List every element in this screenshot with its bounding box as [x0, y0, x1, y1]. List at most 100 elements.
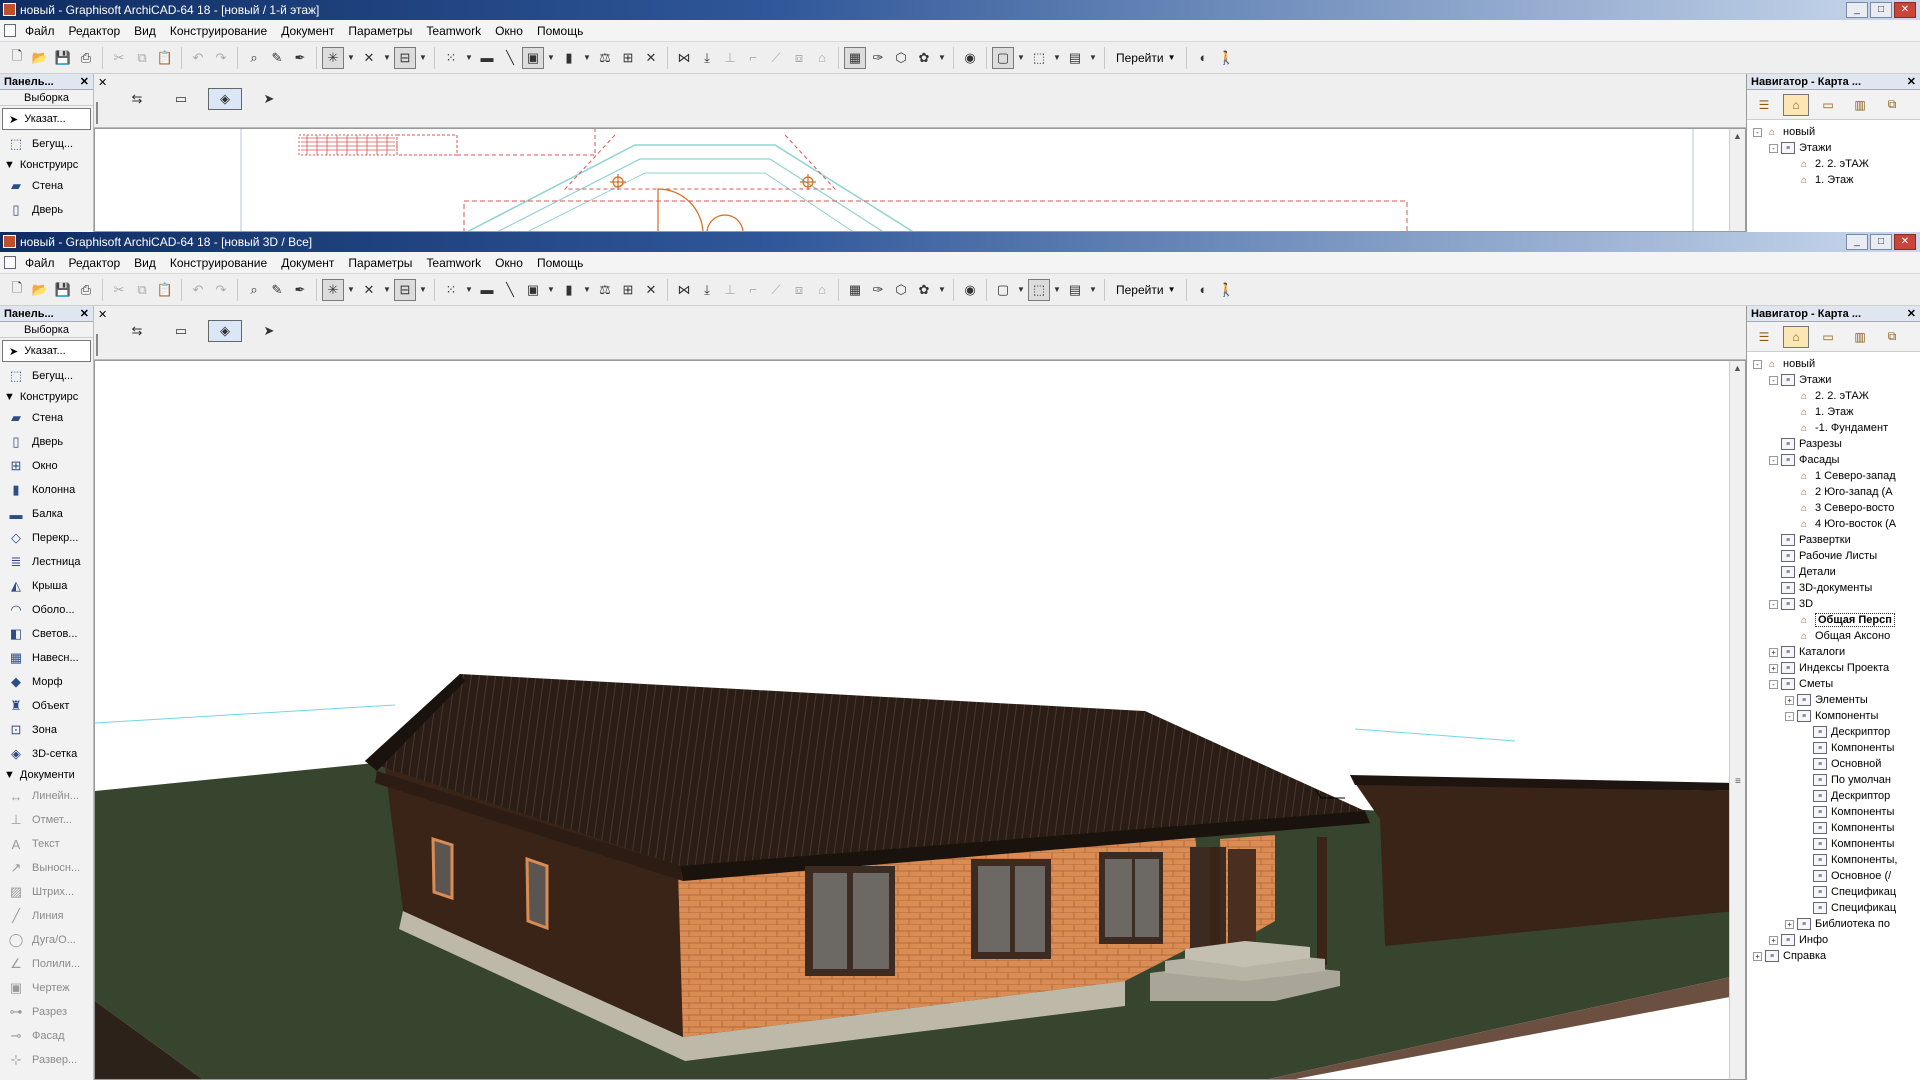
menu-window[interactable]: Окно	[488, 252, 530, 274]
floor-plan-viewport[interactable]: ▲	[94, 128, 1746, 232]
new-icon[interactable]: 🗋	[6, 279, 28, 301]
syringe-icon[interactable]: ✒	[289, 279, 311, 301]
tool-zone[interactable]: ⊡ Зона	[0, 718, 93, 742]
tree-node[interactable]: ≡ Компоненты	[1747, 820, 1920, 836]
table-icon[interactable]: ⊞	[617, 47, 639, 69]
tree-node[interactable]: ≡ Рабочие Листы	[1747, 548, 1920, 564]
tree-node[interactable]: - ≡ 3D	[1747, 596, 1920, 612]
marquee-tool[interactable]: ⬚ Бегущ...	[0, 364, 93, 388]
chevron-down-icon[interactable]: ▼	[1051, 279, 1063, 301]
open-icon[interactable]: 📂	[29, 279, 51, 301]
collapse-icon[interactable]: -	[1753, 359, 1762, 369]
expand-icon[interactable]: +	[1785, 919, 1794, 929]
table-icon[interactable]: ⊞	[617, 279, 639, 301]
pencil-icon[interactable]: ╲	[499, 279, 521, 301]
tool-object[interactable]: ♜ Объект	[0, 694, 93, 718]
tool-arc[interactable]: ◯ Дуга/О...	[0, 928, 93, 952]
selection-method-icon[interactable]: ⇆	[120, 88, 154, 110]
find-select-icon[interactable]: ⌕	[243, 47, 265, 69]
menu-options[interactable]: Параметры	[341, 20, 419, 42]
menu-document[interactable]: Документ	[274, 20, 341, 42]
intersect-icon[interactable]: ⊥	[719, 279, 741, 301]
fillet-icon[interactable]: ⌐	[742, 47, 764, 69]
chevron-down-icon[interactable]: ▼	[417, 279, 429, 301]
tool-elevation[interactable]: ⊸ Фасад	[0, 1024, 93, 1048]
tool-line[interactable]: ╱ Линия	[0, 904, 93, 928]
fillet-icon[interactable]: ⌐	[742, 279, 764, 301]
layout-book-tab-icon[interactable]: ▥	[1847, 326, 1873, 348]
menu-document[interactable]: Документ	[274, 252, 341, 274]
tree-node[interactable]: - ≡ Компоненты	[1747, 708, 1920, 724]
cut-icon[interactable]: ✂	[108, 47, 130, 69]
walk-icon[interactable]: 🚶	[1215, 279, 1237, 301]
tool-mesh[interactable]: ◈ 3D-сетка	[0, 742, 93, 766]
tree-node[interactable]: + ≡ Элементы	[1747, 692, 1920, 708]
scroll-up-icon[interactable]: ▲	[1733, 131, 1742, 141]
adjust-icon[interactable]: ⤓	[696, 47, 718, 69]
tree-node[interactable]: ⌂ 1. Этаж	[1747, 404, 1920, 420]
tree-node[interactable]: - ⌂ новый	[1747, 124, 1920, 140]
chevron-down-icon[interactable]: ▼	[581, 279, 593, 301]
chevron-down-icon[interactable]: ▼	[1015, 47, 1027, 69]
tree-node[interactable]: ≡ Основной	[1747, 756, 1920, 772]
eyedropper-icon[interactable]: ✎	[266, 279, 288, 301]
undo-icon[interactable]: ↶	[187, 279, 209, 301]
tree-node[interactable]: + ≡ Индексы Проекта	[1747, 660, 1920, 676]
calculator-icon[interactable]: ⚖	[594, 279, 616, 301]
pencil-icon[interactable]: ╲	[499, 47, 521, 69]
view-map-tab-icon[interactable]: ▭	[1815, 94, 1841, 116]
3d-view-icon[interactable]: ⬚	[1028, 47, 1050, 69]
tree-node[interactable]: - ≡ Сметы	[1747, 676, 1920, 692]
tool-stair[interactable]: ≣ Лестница	[0, 550, 93, 574]
design-section[interactable]: ▼ Конструирс	[0, 388, 93, 406]
tool-wall[interactable]: ▰ Стена	[0, 174, 93, 198]
pointer-tool[interactable]: ➤ Указат...	[2, 340, 91, 362]
close-icon[interactable]: ✕	[1907, 75, 1916, 88]
layer-icon[interactable]: ▣	[522, 46, 544, 69]
chevron-down-icon[interactable]: ▼	[463, 47, 475, 69]
layout-book-tab-icon[interactable]: ▥	[1847, 94, 1873, 116]
guide-icon[interactable]: ✕	[358, 47, 380, 69]
find-select-icon[interactable]: ⌕	[243, 279, 265, 301]
project-map-dropdown-icon[interactable]: ☰	[1751, 94, 1777, 116]
gravity-icon[interactable]: ⊟	[394, 278, 416, 301]
menu-window[interactable]: Окно	[488, 20, 530, 42]
main-window-titlebar[interactable]: новый - Graphisoft ArchiCAD-64 18 - [нов…	[0, 232, 1920, 252]
tool-morph[interactable]: ◆ Морф	[0, 670, 93, 694]
tree-node[interactable]: ≡ Дескриптор	[1747, 788, 1920, 804]
maximize-button[interactable]: □	[1870, 234, 1892, 250]
chevron-down-icon[interactable]: ▼	[417, 47, 429, 69]
tree-node[interactable]: - ≡ Фасады	[1747, 452, 1920, 468]
tree-node[interactable]: ≡ Детали	[1747, 564, 1920, 580]
chevron-down-icon[interactable]: ▼	[936, 279, 948, 301]
expand-icon[interactable]: +	[1785, 695, 1794, 705]
tool-interior-elevation[interactable]: ⊹ Развер...	[0, 1048, 93, 1072]
adjust-icon[interactable]: ⤓	[696, 279, 718, 301]
tool-window[interactable]: ⊞ Окно	[0, 454, 93, 478]
menu-edit[interactable]: Редактор	[62, 20, 128, 42]
publisher-tab-icon[interactable]: ⧉	[1879, 326, 1905, 348]
scroll-up-icon[interactable]: ▲	[1733, 363, 1742, 373]
floor-plan-icon[interactable]: ▦	[844, 46, 866, 69]
menu-design[interactable]: Конструирование	[163, 252, 274, 274]
tree-node[interactable]: ⌂ 1. Этаж	[1747, 172, 1920, 188]
tree-node[interactable]: ⌂ Общая Аксоно	[1747, 628, 1920, 644]
tree-node[interactable]: ≡ 3D-документы	[1747, 580, 1920, 596]
tree-node[interactable]: + ≡ Библиотека по	[1747, 916, 1920, 932]
layout-icon[interactable]: ▤	[1064, 279, 1086, 301]
walk-icon[interactable]: 🚶	[1215, 47, 1237, 69]
close-icon[interactable]: ✕	[98, 308, 107, 321]
collapse-icon[interactable]: -	[1769, 679, 1778, 689]
maximize-button[interactable]: □	[1870, 2, 1892, 18]
section-view-icon[interactable]: ✑	[867, 47, 889, 69]
calculator-icon[interactable]: ⚖	[594, 47, 616, 69]
tool-skylight[interactable]: ◧ Светов...	[0, 622, 93, 646]
menu-file[interactable]: Файл	[18, 20, 62, 42]
target-icon[interactable]: ◉	[959, 47, 981, 69]
grid-icon[interactable]: ⁙	[440, 47, 462, 69]
target-icon[interactable]: ◉	[959, 279, 981, 301]
tree-node[interactable]: ≡ Основное (/	[1747, 868, 1920, 884]
tree-node[interactable]: + ≡ Инфо	[1747, 932, 1920, 948]
close-button[interactable]: ✕	[1894, 234, 1916, 250]
arrow-icon[interactable]: ➤	[252, 320, 286, 342]
